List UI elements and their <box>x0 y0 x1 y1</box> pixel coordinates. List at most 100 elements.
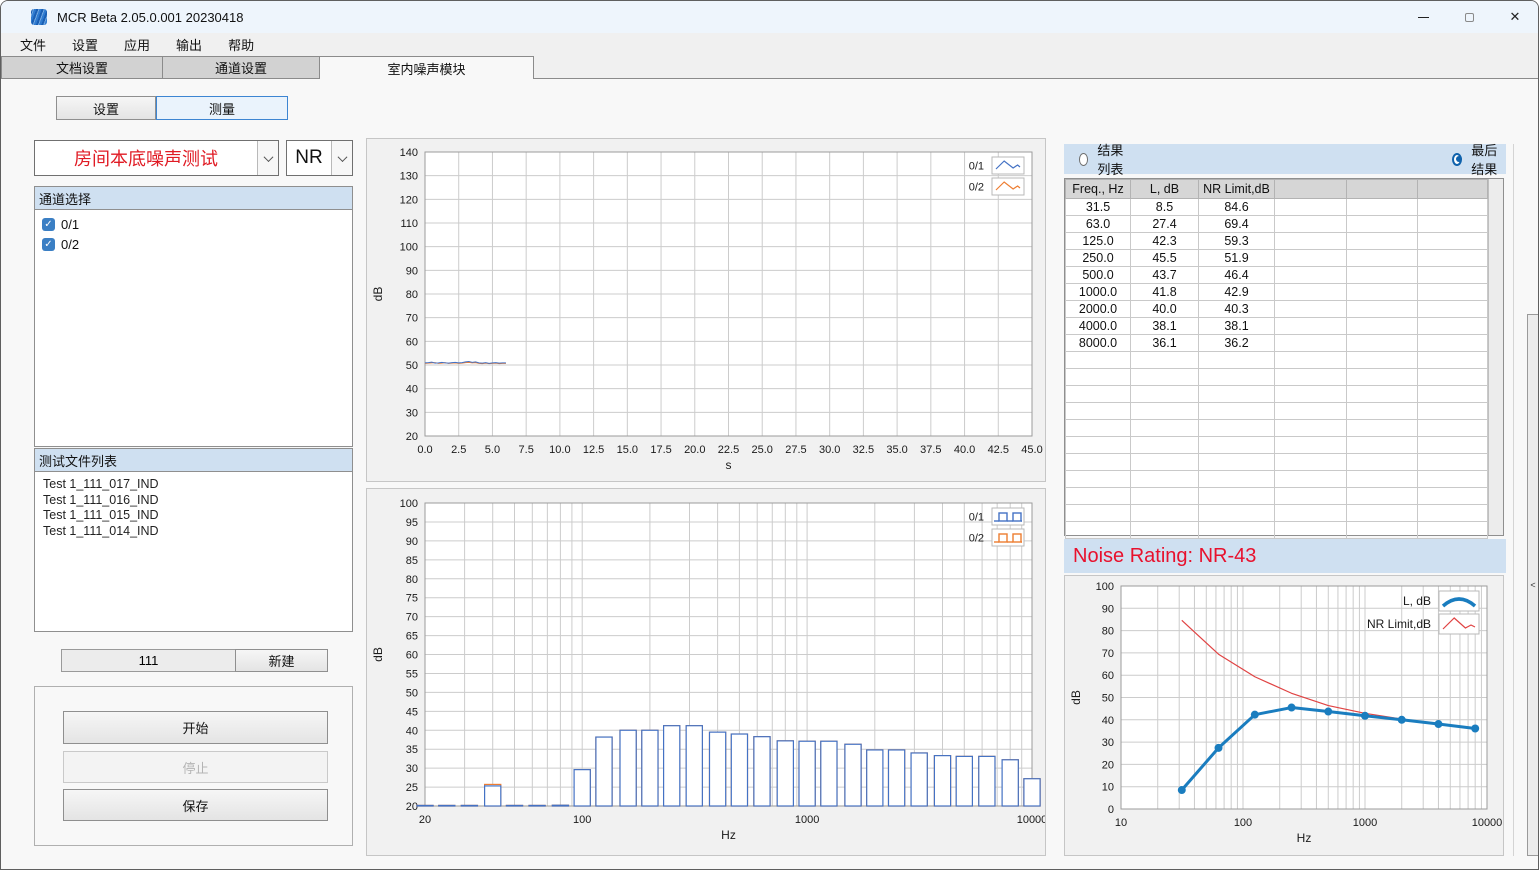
checkbox-checked-icon[interactable]: ✓ <box>42 238 55 251</box>
table-cell: 45.5 <box>1131 250 1199 267</box>
start-button[interactable]: 开始 <box>63 711 328 744</box>
file-item-2[interactable]: Test 1_111_015_IND <box>35 508 352 524</box>
table-cell: 8000.0 <box>1066 335 1131 352</box>
tab-0[interactable]: 文档设置 <box>1 56 163 78</box>
radio-last-result[interactable] <box>1452 153 1462 166</box>
table-cell <box>1418 284 1488 301</box>
svg-text:Hz: Hz <box>721 828 736 842</box>
test-type-value: 房间本底噪声测试 <box>35 141 257 175</box>
subtab-settings[interactable]: 设置 <box>56 96 156 120</box>
menu-item-4[interactable]: 帮助 <box>217 33 265 56</box>
table-header-cell: NR Limit,dB <box>1199 180 1275 199</box>
rating-dropdown-button[interactable] <box>331 141 352 175</box>
svg-text:42.5: 42.5 <box>988 444 1009 456</box>
svg-text:130: 130 <box>400 171 418 183</box>
table-row-empty <box>1066 352 1488 369</box>
table-cell: 125.0 <box>1066 233 1131 250</box>
svg-text:45: 45 <box>406 706 418 718</box>
svg-text:60: 60 <box>1102 670 1114 682</box>
checkbox-checked-icon[interactable]: ✓ <box>42 218 55 231</box>
table-cell <box>1347 284 1418 301</box>
tab-1[interactable]: 通道设置 <box>162 56 320 78</box>
table-header-cell: L, dB <box>1131 180 1199 199</box>
table-row[interactable]: 8000.036.136.2 <box>1066 335 1488 352</box>
svg-text:140: 140 <box>400 147 418 159</box>
close-button[interactable]: ✕ <box>1492 1 1538 33</box>
table-cell <box>1347 301 1418 318</box>
table-cell <box>1418 335 1488 352</box>
table-cell: 36.1 <box>1131 335 1199 352</box>
svg-text:10: 10 <box>1115 817 1127 829</box>
radio-result-list[interactable] <box>1079 153 1088 166</box>
svg-text:70: 70 <box>1102 648 1114 660</box>
test-type-combo[interactable]: 房间本底噪声测试 <box>34 140 279 176</box>
table-cell: 2000.0 <box>1066 301 1131 318</box>
table-cell: 42.9 <box>1199 284 1275 301</box>
rating-combo[interactable]: NR <box>286 140 353 176</box>
table-row[interactable]: 31.58.584.6 <box>1066 199 1488 216</box>
table-scrollbar[interactable] <box>1488 179 1503 535</box>
time-history-chart-panel: 20304050607080901001101201301400.02.55.0… <box>366 138 1046 482</box>
svg-text:17.5: 17.5 <box>650 444 671 456</box>
svg-text:10.0: 10.0 <box>549 444 570 456</box>
table-header-cell <box>1347 180 1418 199</box>
table-cell: 51.9 <box>1199 250 1275 267</box>
svg-text:70: 70 <box>406 313 418 325</box>
table-cell <box>1275 318 1347 335</box>
table-row[interactable]: 4000.038.138.1 <box>1066 318 1488 335</box>
svg-text:35: 35 <box>406 744 418 756</box>
file-item-1[interactable]: Test 1_111_016_IND <box>35 493 352 509</box>
window-title: MCR Beta 2.05.0.001 20230418 <box>57 10 243 25</box>
channel-item-0[interactable]: ✓ 0/1 <box>35 215 352 233</box>
svg-text:120: 120 <box>400 194 418 206</box>
spectrum-chart: 2025303540455055606570758085909510020100… <box>367 489 1045 855</box>
file-name-input[interactable] <box>61 649 236 672</box>
menu-item-3[interactable]: 输出 <box>165 33 213 56</box>
table-row-empty <box>1066 386 1488 403</box>
table-row[interactable]: 2000.040.040.3 <box>1066 301 1488 318</box>
result-table-wrap: Freq., HzL, dBNR Limit,dB31.58.584.663.0… <box>1064 178 1504 536</box>
table-cell <box>1275 335 1347 352</box>
subtab-measure[interactable]: 测量 <box>156 96 288 120</box>
file-item-3[interactable]: Test 1_111_014_IND <box>35 524 352 540</box>
test-type-dropdown-button[interactable] <box>257 141 278 175</box>
table-row[interactable]: 1000.041.842.9 <box>1066 284 1488 301</box>
svg-text:55: 55 <box>406 668 418 680</box>
maximize-icon <box>1465 13 1474 22</box>
new-button[interactable]: 新建 <box>235 649 328 672</box>
svg-text:15.0: 15.0 <box>617 444 638 456</box>
minimize-button[interactable] <box>1400 1 1446 33</box>
table-cell <box>1418 250 1488 267</box>
svg-text:dB: dB <box>1069 690 1083 705</box>
table-row[interactable]: 63.027.469.4 <box>1066 216 1488 233</box>
menu-item-0[interactable]: 文件 <box>9 33 57 56</box>
title-bar[interactable]: MCR Beta 2.05.0.001 20230418 ✕ <box>1 1 1538 33</box>
minimize-icon <box>1418 17 1429 18</box>
table-cell: 8.5 <box>1131 199 1199 216</box>
tab-2[interactable]: 室内噪声模块 <box>319 56 534 79</box>
svg-text:0/2: 0/2 <box>969 182 984 194</box>
svg-text:22.5: 22.5 <box>718 444 739 456</box>
svg-text:30: 30 <box>406 407 418 419</box>
time_history-chart: 20304050607080901001101201301400.02.55.0… <box>367 139 1045 481</box>
channel-item-1[interactable]: ✓0/2 <box>35 235 352 253</box>
collapse-splitter[interactable]: < <box>1527 314 1539 856</box>
svg-text:50: 50 <box>406 360 418 372</box>
table-cell: 42.3 <box>1131 233 1199 250</box>
table-row[interactable]: 125.042.359.3 <box>1066 233 1488 250</box>
channel-label: 0/1 <box>61 217 79 232</box>
file-item-0[interactable]: Test 1_111_017_IND <box>35 477 352 493</box>
svg-text:20: 20 <box>419 814 431 826</box>
svg-text:60: 60 <box>406 650 418 662</box>
save-button[interactable]: 保存 <box>63 789 328 821</box>
svg-text:30: 30 <box>1102 737 1114 749</box>
menu-item-2[interactable]: 应用 <box>113 33 161 56</box>
table-header-cell <box>1418 180 1488 199</box>
svg-text:s: s <box>726 458 732 472</box>
table-row[interactable]: 500.043.746.4 <box>1066 267 1488 284</box>
menu-item-1[interactable]: 设置 <box>61 33 109 56</box>
table-cell: 41.8 <box>1131 284 1199 301</box>
table-row[interactable]: 250.045.551.9 <box>1066 250 1488 267</box>
maximize-button[interactable] <box>1446 1 1492 33</box>
channel-list: ✓ 0/1 ✓0/2 <box>34 209 353 447</box>
